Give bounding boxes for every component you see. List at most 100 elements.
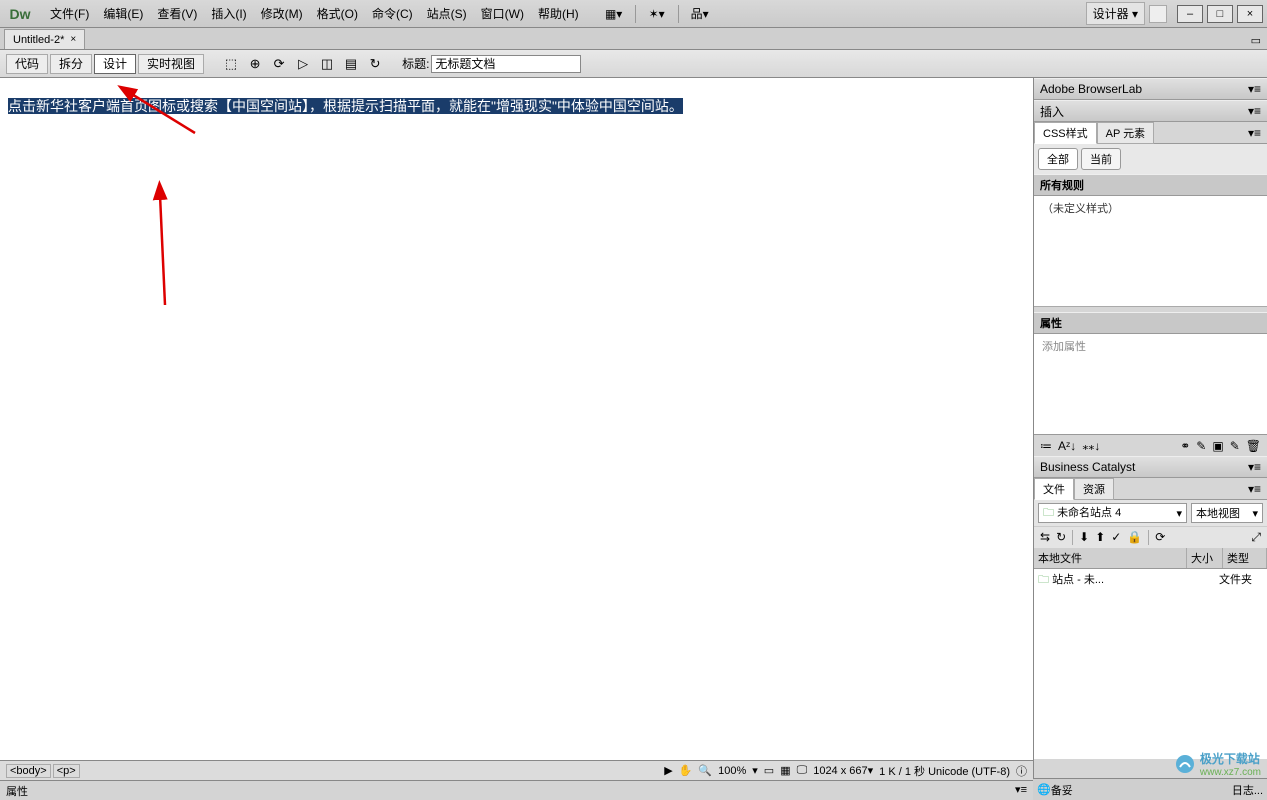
- panel-label: 插入: [1040, 103, 1064, 120]
- extend-icon[interactable]: ✶▾: [646, 4, 668, 24]
- panel-menu-icon[interactable]: ▾≡: [1015, 783, 1027, 798]
- design-canvas[interactable]: 点击新华社客户端首页图标或搜索【中国空间站】，根据提示扫描平面，就能在"增强现实…: [0, 78, 1033, 780]
- document-tab[interactable]: Untitled-2* ×: [4, 29, 85, 49]
- inspect-icon[interactable]: ⊕: [244, 54, 266, 74]
- css-current-button[interactable]: 当前: [1081, 148, 1121, 170]
- menu-window[interactable]: 窗口(W): [475, 2, 530, 25]
- breadcrumb: <body> <p>: [6, 764, 80, 778]
- add-property-link[interactable]: 添加属性: [1042, 341, 1086, 353]
- checkin-icon[interactable]: 🔒: [1127, 530, 1142, 545]
- menu-modify[interactable]: 修改(M): [255, 2, 309, 25]
- pointer-icon[interactable]: ▶: [664, 764, 672, 777]
- col-localfile[interactable]: 本地文件: [1034, 548, 1187, 568]
- title-input[interactable]: [431, 55, 581, 73]
- search-icon[interactable]: [1149, 5, 1167, 23]
- properties-list[interactable]: 添加属性: [1034, 334, 1267, 434]
- delete-icon[interactable]: 🗑: [1246, 439, 1261, 453]
- refresh-icon[interactable]: ↻: [1056, 530, 1066, 545]
- site-icon[interactable]: 品▾: [689, 4, 711, 24]
- zoom-icon[interactable]: 🔍: [698, 764, 712, 777]
- col-type[interactable]: 类型: [1223, 548, 1267, 568]
- close-icon[interactable]: ×: [70, 34, 76, 45]
- tab-ap-elements[interactable]: AP 元素: [1097, 122, 1155, 144]
- panel-menu-icon[interactable]: ▾≡: [1242, 482, 1267, 496]
- panel-business-catalyst[interactable]: Business Catalyst▾≡: [1034, 456, 1267, 478]
- new-style-icon[interactable]: ▣: [1212, 439, 1223, 453]
- css-tool-icon[interactable]: ⁎⁎↓: [1082, 439, 1100, 453]
- hand-icon[interactable]: ✋: [679, 764, 693, 777]
- new-rule-icon[interactable]: ✎: [1196, 439, 1206, 453]
- menu-format[interactable]: 格式(O): [311, 2, 364, 25]
- file-list[interactable]: 🗀 站点 - 未... 文件夹: [1034, 569, 1267, 759]
- menu-view[interactable]: 查看(V): [151, 2, 203, 25]
- status-right: ▶ ✋ 🔍 100%▾ ▭ ▦ 🖵 1024 x 667▾ 1 K / 1 秒 …: [664, 763, 1027, 779]
- col-size[interactable]: 大小: [1187, 548, 1223, 568]
- menu-help[interactable]: 帮助(H): [532, 2, 585, 25]
- layout-icon[interactable]: ▦▾: [603, 4, 625, 24]
- connect-icon[interactable]: ⇆: [1040, 530, 1050, 545]
- css-tool-icon[interactable]: ≔: [1040, 439, 1052, 453]
- files-status-bar: 🌐 备妥 日志...: [1033, 778, 1267, 800]
- dimensions[interactable]: 1024 x 667▾: [813, 764, 873, 777]
- menu-site[interactable]: 站点(S): [421, 2, 473, 25]
- view-icon2[interactable]: ▦: [780, 764, 790, 777]
- menu-file[interactable]: 文件(F): [44, 2, 95, 25]
- file-row[interactable]: 🗀 站点 - 未... 文件夹: [1034, 569, 1267, 592]
- panel-menu-icon[interactable]: ▾≡: [1248, 82, 1261, 96]
- live-code-icon[interactable]: ⬚: [220, 54, 242, 74]
- view-icon[interactable]: ▭: [764, 764, 774, 777]
- panel-menu-icon[interactable]: ▾≡: [1242, 126, 1267, 140]
- css-tool-icon[interactable]: Aᶻ↓: [1058, 439, 1076, 453]
- info-icon[interactable]: ⓘ: [1016, 763, 1027, 779]
- panel-browserlab[interactable]: Adobe BrowserLab▾≡: [1034, 78, 1267, 100]
- rules-list[interactable]: （未定义样式）: [1034, 196, 1267, 306]
- separator: [678, 5, 679, 23]
- code-view-button[interactable]: 代码: [6, 54, 48, 74]
- site-selector[interactable]: 🗀 未命名站点 4▾: [1038, 503, 1187, 523]
- folder-icon: 🗀: [1043, 507, 1054, 519]
- ready-icon[interactable]: 🌐: [1037, 783, 1051, 796]
- properties-panel-bar[interactable]: 属性 ▾≡: [0, 780, 1033, 800]
- panel-insert[interactable]: 插入 ▾≡: [1034, 100, 1267, 122]
- preview-icon[interactable]: ◫: [316, 54, 338, 74]
- doc-window-controls[interactable]: ▭: [1245, 32, 1267, 49]
- tab-files[interactable]: 文件: [1034, 478, 1074, 500]
- sync-icon[interactable]: ⟳: [1155, 530, 1165, 545]
- link-icon[interactable]: ⚭: [1180, 439, 1190, 453]
- expand-icon[interactable]: ⤢: [1251, 530, 1261, 545]
- menu-edit[interactable]: 编辑(E): [97, 2, 149, 25]
- toolbar-icons: ▦▾ ✶▾ 品▾: [603, 4, 711, 24]
- put-icon[interactable]: ⬆: [1095, 530, 1105, 545]
- get-icon[interactable]: ⬇: [1079, 530, 1089, 545]
- tag-p[interactable]: <p>: [53, 764, 80, 778]
- maximize-button[interactable]: □: [1207, 5, 1233, 23]
- zoom-value[interactable]: 100%: [718, 765, 746, 777]
- design-view-button[interactable]: 设计: [94, 54, 136, 74]
- checkout-icon[interactable]: ✓: [1111, 530, 1121, 545]
- log-link[interactable]: 日志...: [1232, 782, 1263, 798]
- menu-command[interactable]: 命令(C): [366, 2, 419, 25]
- screen-icon[interactable]: 🖵: [797, 764, 808, 777]
- refresh-icon[interactable]: ↻: [364, 54, 386, 74]
- edit-icon[interactable]: ✎: [1230, 439, 1240, 453]
- panel-menu-icon[interactable]: ▾≡: [1248, 460, 1261, 474]
- live-view-button[interactable]: 实时视图: [138, 54, 204, 74]
- live-data-icon[interactable]: ⟳: [268, 54, 290, 74]
- panel-menu-icon[interactable]: ▾≡: [1248, 104, 1261, 118]
- tag-body[interactable]: <body>: [6, 764, 51, 778]
- tab-css-styles[interactable]: CSS样式: [1034, 122, 1097, 144]
- css-all-button[interactable]: 全部: [1038, 148, 1078, 170]
- menu-insert[interactable]: 插入(I): [205, 2, 252, 25]
- page-content[interactable]: 点击新华社客户端首页图标或搜索【中国空间站】，根据提示扫描平面，就能在"增强现实…: [8, 96, 683, 116]
- no-rules-text: （未定义样式）: [1042, 203, 1119, 215]
- tab-resources[interactable]: 资源: [1074, 478, 1114, 500]
- split-view-button[interactable]: 拆分: [50, 54, 92, 74]
- workspace-switcher[interactable]: 设计器 ▾: [1086, 2, 1145, 25]
- options-icon[interactable]: ▤: [340, 54, 362, 74]
- selected-text[interactable]: 点击新华社客户端首页图标或搜索【中国空间站】，根据提示扫描平面，就能在"增强现实…: [8, 98, 683, 114]
- minimize-button[interactable]: –: [1177, 5, 1203, 23]
- close-button[interactable]: ×: [1237, 5, 1263, 23]
- view-selector[interactable]: 本地视图▾: [1191, 503, 1263, 523]
- play-icon[interactable]: ▷: [292, 54, 314, 74]
- page-size: 1 K / 1 秒 Unicode (UTF-8): [879, 763, 1010, 779]
